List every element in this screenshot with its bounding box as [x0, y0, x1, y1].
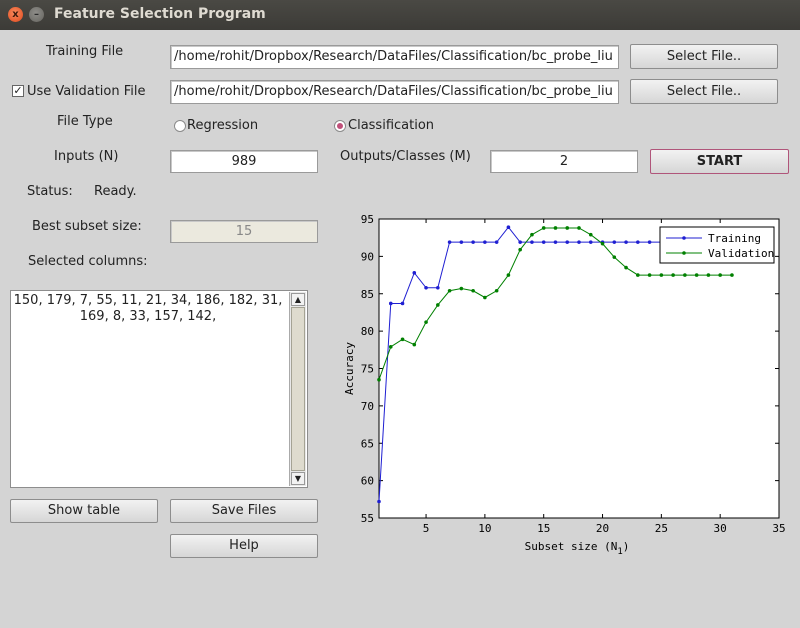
- data-point-validation: [518, 247, 522, 252]
- data-point-training: [506, 225, 511, 230]
- data-point-validation: [400, 337, 405, 342]
- data-point-validation: [624, 265, 628, 270]
- data-point-training: [424, 285, 428, 290]
- data-point-training: [494, 240, 499, 244]
- x-tick-label: 20: [596, 522, 609, 535]
- y-tick-label: 55: [361, 512, 374, 525]
- y-tick-label: 80: [361, 325, 374, 338]
- y-tick-label: 95: [361, 213, 374, 226]
- data-point-validation: [600, 241, 605, 246]
- data-point-validation: [577, 226, 581, 230]
- data-point-validation: [671, 273, 675, 277]
- data-point-validation: [541, 226, 546, 230]
- data-point-training: [647, 240, 652, 244]
- data-point-training: [377, 499, 381, 504]
- data-point-validation: [471, 288, 475, 293]
- data-point-training: [412, 271, 417, 275]
- x-axis-label-text: Subset size (N: [525, 540, 618, 553]
- data-point-validation: [730, 273, 734, 277]
- data-point-validation: [706, 273, 711, 277]
- data-point-validation: [483, 295, 487, 300]
- data-point-training: [624, 240, 628, 244]
- data-point-validation: [377, 377, 381, 382]
- data-point-training: [565, 240, 570, 244]
- x-axis-label-close: ): [623, 540, 630, 553]
- data-point-training: [436, 285, 440, 290]
- legend-label: Validation: [708, 247, 774, 260]
- data-point-training: [636, 240, 640, 244]
- data-point-training: [483, 240, 487, 244]
- data-point-training: [530, 240, 534, 244]
- data-point-validation: [647, 273, 652, 277]
- data-point-validation: [588, 232, 593, 237]
- y-tick-label: 70: [361, 400, 374, 413]
- data-point-validation: [565, 226, 570, 230]
- data-point-validation: [506, 273, 511, 277]
- chart-legend: Training Validation: [659, 226, 775, 264]
- data-point-training: [588, 240, 593, 244]
- data-point-training: [447, 240, 452, 244]
- y-tick-label: 90: [361, 250, 374, 263]
- data-point-training: [577, 240, 581, 244]
- data-point-validation: [412, 342, 417, 347]
- y-axis-label: Accuracy: [343, 342, 356, 395]
- data-point-training: [459, 240, 464, 244]
- x-tick-label: 30: [714, 522, 727, 535]
- data-point-validation: [459, 286, 464, 291]
- data-point-training: [553, 240, 558, 244]
- y-tick-label: 65: [361, 437, 374, 450]
- x-tick-label: 10: [478, 522, 491, 535]
- data-point-training: [471, 240, 475, 244]
- x-tick-label: 15: [537, 522, 550, 535]
- data-point-validation: [553, 226, 558, 230]
- data-point-validation: [612, 255, 617, 259]
- x-axis-label: Subset size (N1): [525, 540, 630, 557]
- legend-marker: [682, 236, 686, 240]
- legend-marker: [682, 251, 686, 255]
- y-tick-label: 60: [361, 475, 374, 488]
- data-point-training: [541, 240, 546, 244]
- x-tick-label: 5: [423, 522, 430, 535]
- plot-area: [378, 218, 780, 519]
- y-tick-label: 85: [361, 288, 374, 301]
- legend-label: Training: [708, 232, 761, 245]
- data-point-validation: [659, 273, 664, 277]
- data-point-validation: [447, 288, 452, 293]
- data-point-validation: [636, 273, 640, 277]
- x-tick-label: 35: [772, 522, 785, 535]
- data-point-training: [518, 240, 522, 244]
- data-point-training: [400, 301, 405, 306]
- data-point-validation: [388, 345, 393, 349]
- data-point-training: [388, 301, 393, 306]
- data-point-validation: [530, 232, 534, 237]
- accuracy-chart: 5 10 15 20 25 30 35 55 60 65 70 75 80 85 90 95 Training…: [343, 213, 786, 557]
- data-point-validation: [718, 273, 722, 277]
- data-point-validation: [436, 303, 440, 307]
- data-point-validation: [694, 273, 699, 277]
- x-tick-label: 25: [655, 522, 668, 535]
- data-point-validation: [683, 273, 687, 277]
- y-tick-label: 75: [361, 363, 374, 376]
- data-point-training: [612, 240, 617, 244]
- data-point-validation: [424, 320, 428, 324]
- data-point-validation: [494, 288, 499, 293]
